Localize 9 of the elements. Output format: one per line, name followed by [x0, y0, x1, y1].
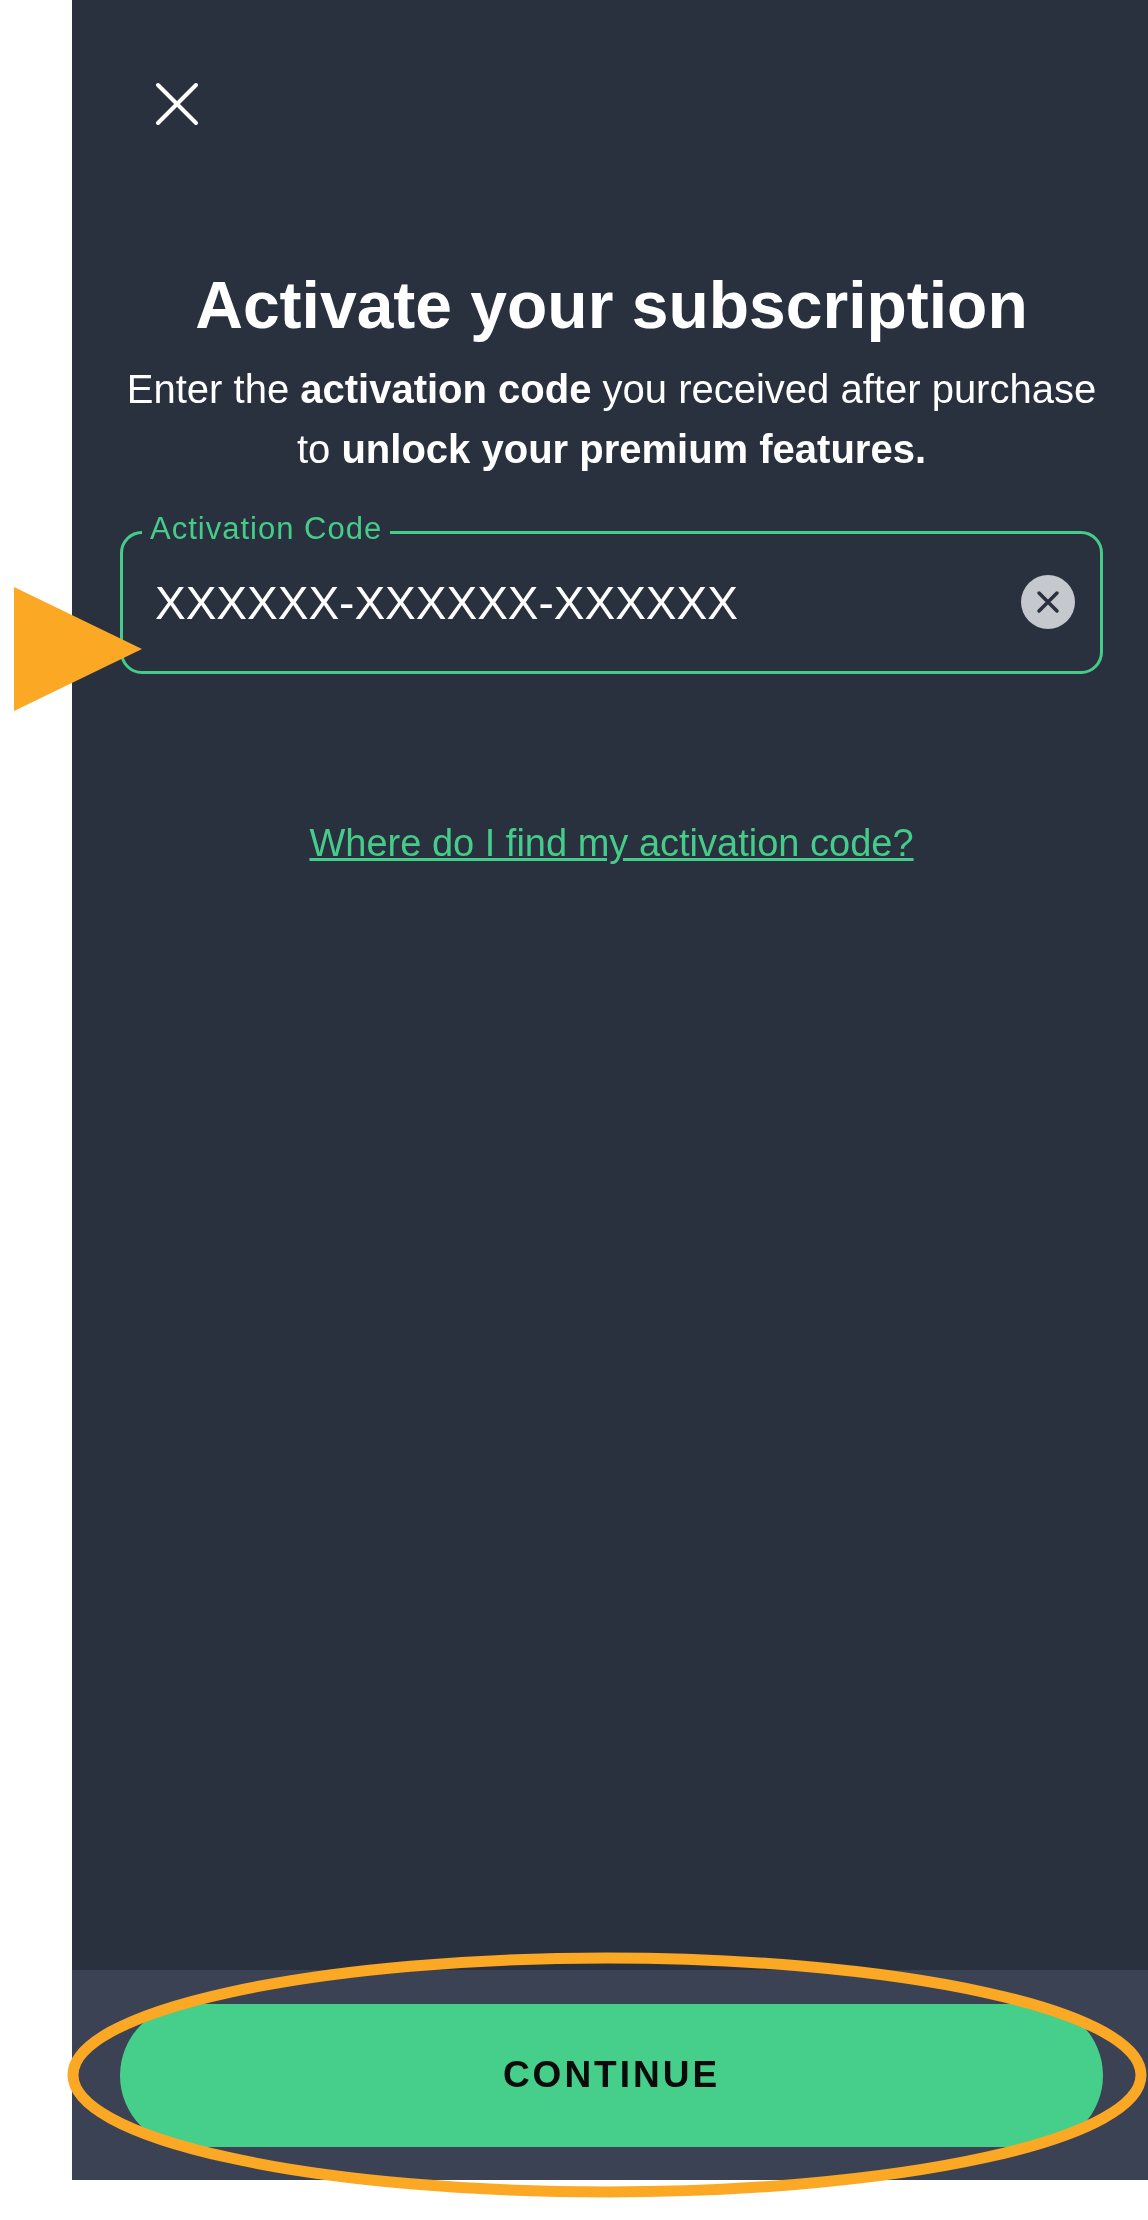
pointer-arrow-icon [14, 587, 142, 711]
close-icon [155, 82, 199, 126]
continue-button[interactable]: CONTINUE [120, 2003, 1103, 2147]
close-icon [1036, 590, 1060, 615]
dialog-title: Activate your subscription [195, 267, 1028, 344]
clear-button[interactable] [1021, 575, 1075, 630]
close-button[interactable] [155, 82, 199, 126]
dialog-description: Enter the activation code you received after purchase to unlock your premium features. [125, 366, 1098, 474]
help-link[interactable]: Where do I find my activation code? [309, 822, 914, 866]
